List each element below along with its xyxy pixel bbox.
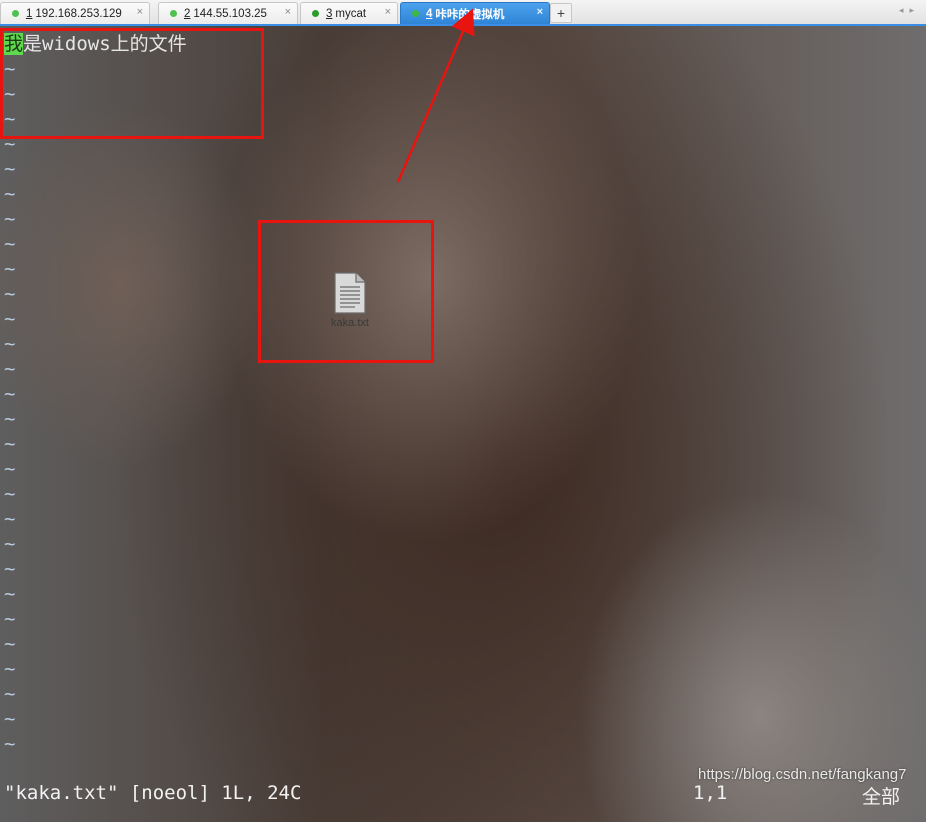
- empty-line-tilde: ~: [4, 358, 16, 380]
- close-icon[interactable]: ×: [385, 6, 391, 18]
- empty-line-tilde: ~: [4, 158, 16, 180]
- empty-line-tilde: ~: [4, 458, 16, 480]
- empty-line-tilde: ~: [4, 733, 16, 755]
- annotation-box-desktop-file: [258, 220, 434, 363]
- terminal-screen[interactable]: 我是widows上的文件 ~ ~ ~ ~ ~ ~ ~ ~ ~ ~ ~ ~ ~ ~ ~ ~ ~ ~ ~ ~ ~ ~ ~ ~ ~ ~ ~…: [0, 26, 926, 822]
- tab-number: 1: [26, 7, 33, 20]
- annotation-box-file-content: [0, 28, 264, 139]
- empty-line-tilde: ~: [4, 208, 16, 230]
- empty-line-tilde: ~: [4, 383, 16, 405]
- empty-line-tilde: ~: [4, 608, 16, 630]
- tab-number: 2: [184, 7, 191, 20]
- tab-session-4[interactable]: 4 咔咔的虚拟机 ×: [400, 2, 550, 24]
- close-icon[interactable]: ×: [285, 6, 291, 18]
- empty-line-tilde: ~: [4, 558, 16, 580]
- connection-status-icon: [12, 10, 19, 17]
- empty-line-tilde: ~: [4, 633, 16, 655]
- connection-status-icon: [312, 10, 319, 17]
- empty-line-tilde: ~: [4, 408, 16, 430]
- empty-line-tilde: ~: [4, 433, 16, 455]
- empty-line-tilde: ~: [4, 508, 16, 530]
- tab-bar: 1 192.168.253.129 × 2 144.55.103.25 × 3 …: [0, 0, 926, 26]
- empty-line-tilde: ~: [4, 708, 16, 730]
- tab-title: 144.55.103.25: [193, 7, 267, 20]
- tab-title: 咔咔的虚拟机: [435, 8, 505, 21]
- connection-status-icon: [170, 10, 177, 17]
- tab-number: 3: [326, 7, 333, 20]
- empty-line-tilde: ~: [4, 258, 16, 280]
- empty-line-tilde: ~: [4, 283, 16, 305]
- tab-session-3[interactable]: 3 mycat ×: [300, 2, 398, 24]
- vim-buffer: 我是widows上的文件 ~ ~ ~ ~ ~ ~ ~ ~ ~ ~ ~ ~ ~ ~ ~ ~ ~ ~ ~ ~ ~ ~ ~ ~ ~ ~ ~…: [0, 32, 187, 757]
- close-icon[interactable]: ×: [537, 6, 543, 18]
- empty-line-tilde: ~: [4, 308, 16, 330]
- watermark-url: https://blog.csdn.net/fangkang7: [698, 766, 907, 783]
- terminal-app: 1 192.168.253.129 × 2 144.55.103.25 × 3 …: [0, 0, 926, 822]
- vim-scroll-indicator: 全部: [862, 786, 901, 808]
- empty-line-tilde: ~: [4, 233, 16, 255]
- vim-status-message: "kaka.txt" [noeol] 1L, 24C: [4, 782, 302, 804]
- tab-number: 4: [426, 7, 433, 20]
- tab-session-2[interactable]: 2 144.55.103.25 ×: [158, 2, 298, 24]
- vim-cursor-position: 1,1: [693, 782, 728, 804]
- tab-title: mycat: [335, 7, 367, 20]
- tab-title: 192.168.253.129: [35, 7, 122, 20]
- tab-session-1[interactable]: 1 192.168.253.129 ×: [0, 2, 150, 24]
- empty-line-tilde: ~: [4, 483, 16, 505]
- empty-line-tilde: ~: [4, 583, 16, 605]
- empty-line-tilde: ~: [4, 333, 16, 355]
- connection-status-icon: [412, 10, 419, 17]
- new-tab-button[interactable]: +: [550, 3, 572, 23]
- empty-line-tilde: ~: [4, 533, 16, 555]
- empty-line-tilde: ~: [4, 683, 16, 705]
- tab-scroll-arrows-icon[interactable]: ◂▸: [899, 5, 920, 16]
- close-icon[interactable]: ×: [137, 6, 143, 18]
- empty-line-tilde: ~: [4, 183, 16, 205]
- empty-line-tilde: ~: [4, 658, 16, 680]
